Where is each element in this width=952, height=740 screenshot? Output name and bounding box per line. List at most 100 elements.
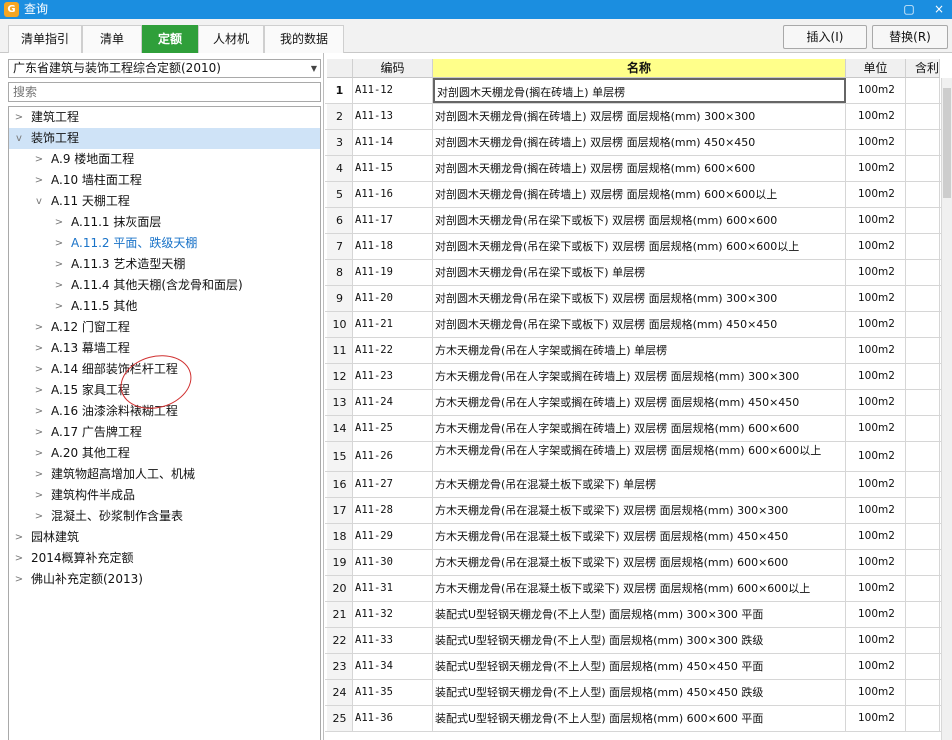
row-code: A11-16 (353, 182, 433, 207)
chevron-right-icon[interactable]: > (53, 212, 65, 233)
table-row[interactable]: 16 A11-27 方木天棚龙骨(吊在混凝土板下或梁下) 单层楞 100m2 (325, 472, 952, 498)
tree-node[interactable]: v 装饰工程 (9, 128, 320, 149)
table-row[interactable]: 19 A11-30 方木天棚龙骨(吊在混凝土板下或梁下) 双层楞 面层规格(mm) … (325, 550, 952, 576)
tree-node[interactable]: > A.11.1 抹灰面层 (9, 212, 320, 233)
row-index: 8 (327, 260, 353, 285)
tab-bill-guide[interactable]: 清单指引 (8, 25, 82, 53)
tree-node[interactable]: > 园林建筑 (9, 527, 320, 548)
table-row[interactable]: 24 A11-35 装配式U型轻钢天棚龙骨(不上人型) 面层规格(mm) 450×4… (325, 680, 952, 706)
chevron-right-icon[interactable]: > (33, 506, 45, 527)
row-index: 21 (327, 602, 353, 627)
table-row[interactable]: 8 A11-19 对剖圆木天棚龙骨(吊在梁下或板下) 单层楞 100m2 (325, 260, 952, 286)
chevron-right-icon[interactable]: > (13, 527, 25, 548)
tree-node[interactable]: > 建筑工程 (9, 107, 320, 128)
row-index: 23 (327, 654, 353, 679)
tree-node[interactable]: > A.20 其他工程 (9, 443, 320, 464)
row-index: 3 (327, 130, 353, 155)
chevron-right-icon[interactable]: > (33, 401, 45, 422)
search-input[interactable] (8, 82, 321, 102)
chevron-right-icon[interactable]: > (33, 464, 45, 485)
tree-node[interactable]: > A.11.2 平面、跌级天棚 (9, 233, 320, 254)
row-index: 16 (327, 472, 353, 497)
row-extra (906, 550, 940, 575)
table-row[interactable]: 13 A11-24 方木天棚龙骨(吊在人字架或搁在砖墙上) 双层楞 面层规格(mm)… (325, 390, 952, 416)
table-row[interactable]: 5 A11-16 对剖圆木天棚龙骨(搁在砖墙上) 双层楞 面层规格(mm) 600×… (325, 182, 952, 208)
table-row[interactable]: 18 A11-29 方木天棚龙骨(吊在混凝土板下或梁下) 双层楞 面层规格(mm) … (325, 524, 952, 550)
header-unit[interactable]: 单位 (846, 59, 906, 78)
table-row[interactable]: 3 A11-14 对剖圆木天棚龙骨(搁在砖墙上) 双层楞 面层规格(mm) 450×… (325, 130, 952, 156)
tree-node[interactable]: > 佛山补充定额(2013) (9, 569, 320, 590)
header-extra[interactable]: 含利 (906, 59, 940, 78)
tree-node[interactable]: > A.11.5 其他 (9, 296, 320, 317)
header-code[interactable]: 编码 (353, 59, 433, 78)
tree-node[interactable]: > A.12 门窗工程 (9, 317, 320, 338)
chevron-right-icon[interactable]: > (13, 107, 25, 128)
table-row[interactable]: 11 A11-22 方木天棚龙骨(吊在人字架或搁在砖墙上) 单层楞 100m2 (325, 338, 952, 364)
tree-node[interactable]: > 建筑物超高增加人工、机械 (9, 464, 320, 485)
scrollbar-thumb[interactable] (943, 88, 951, 198)
chevron-right-icon[interactable]: > (33, 170, 45, 191)
chevron-right-icon[interactable]: > (33, 380, 45, 401)
table-row[interactable]: 23 A11-34 装配式U型轻钢天棚龙骨(不上人型) 面层规格(mm) 450×4… (325, 654, 952, 680)
tree-node[interactable]: > A.10 墙柱面工程 (9, 170, 320, 191)
tree-node[interactable]: > A.11.4 其他天棚(含龙骨和面层) (9, 275, 320, 296)
table-row[interactable]: 6 A11-17 对剖圆木天棚龙骨(吊在梁下或板下) 双层楞 面层规格(mm) 60… (325, 208, 952, 234)
vertical-scrollbar[interactable] (941, 78, 952, 740)
chevron-right-icon[interactable]: > (13, 569, 25, 590)
table-row[interactable]: 25 A11-36 装配式U型轻钢天棚龙骨(不上人型) 面层规格(mm) 600×6… (325, 706, 952, 732)
table-row[interactable]: 7 A11-18 对剖圆木天棚龙骨(吊在梁下或板下) 双层楞 面层规格(mm) 60… (325, 234, 952, 260)
close-icon[interactable]: × (928, 0, 950, 19)
tree-node[interactable]: > A.11.3 艺术造型天棚 (9, 254, 320, 275)
table-row[interactable]: 1 A11-12 对剖圆木天棚龙骨(搁在砖墙上) 单层楞 100m2 (325, 78, 952, 104)
table-row[interactable]: 12 A11-23 方木天棚龙骨(吊在人字架或搁在砖墙上) 双层楞 面层规格(mm)… (325, 364, 952, 390)
chevron-right-icon[interactable]: > (53, 254, 65, 275)
chevron-right-icon[interactable]: > (53, 296, 65, 317)
table-row[interactable]: 22 A11-33 装配式U型轻钢天棚龙骨(不上人型) 面层规格(mm) 300×3… (325, 628, 952, 654)
table-row[interactable]: 2 A11-13 对剖圆木天棚龙骨(搁在砖墙上) 双层楞 面层规格(mm) 300×… (325, 104, 952, 130)
table-row[interactable]: 17 A11-28 方木天棚龙骨(吊在混凝土板下或梁下) 双层楞 面层规格(mm) … (325, 498, 952, 524)
table-row[interactable]: 21 A11-32 装配式U型轻钢天棚龙骨(不上人型) 面层规格(mm) 300×3… (325, 602, 952, 628)
chevron-right-icon[interactable]: > (33, 317, 45, 338)
chevron-right-icon[interactable]: > (33, 485, 45, 506)
tree-node[interactable]: > A.9 楼地面工程 (9, 149, 320, 170)
tree-node-label: A.13 幕墙工程 (51, 341, 130, 355)
chevron-right-icon[interactable]: > (53, 275, 65, 296)
chevron-down-icon[interactable]: v (13, 128, 25, 149)
tab-my-data[interactable]: 我的数据 (264, 25, 344, 53)
row-unit: 100m2 (846, 130, 906, 155)
tree-node[interactable]: >2014概算补充定额 (9, 548, 320, 569)
chevron-right-icon[interactable]: > (33, 422, 45, 443)
tree-node[interactable]: > A.17 广告牌工程 (9, 422, 320, 443)
chevron-right-icon[interactable]: > (33, 359, 45, 380)
chevron-right-icon[interactable]: > (33, 149, 45, 170)
table-row[interactable]: 15 A11-26 方木天棚龙骨(吊在人字架或搁在砖墙上) 双层楞 面层规格(mm)… (325, 442, 952, 472)
header-name[interactable]: 名称 (433, 59, 846, 78)
table-row[interactable]: 10 A11-21 对剖圆木天棚龙骨(吊在梁下或板下) 双层楞 面层规格(mm) 4… (325, 312, 952, 338)
table-row[interactable]: 14 A11-25 方木天棚龙骨(吊在人字架或搁在砖墙上) 双层楞 面层规格(mm)… (325, 416, 952, 442)
header-index (327, 59, 353, 78)
chevron-right-icon[interactable]: > (33, 338, 45, 359)
table-row[interactable]: 9 A11-20 对剖圆木天棚龙骨(吊在梁下或板下) 双层楞 面层规格(mm) 30… (325, 286, 952, 312)
tree-node[interactable]: > 建筑构件半成品 (9, 485, 320, 506)
tree-node[interactable]: v A.11 天棚工程 (9, 191, 320, 212)
tab-quota[interactable]: 定额 (142, 25, 198, 53)
row-unit: 100m2 (846, 208, 906, 233)
chevron-right-icon[interactable]: > (53, 233, 65, 254)
tree-node[interactable]: > 混凝土、砂浆制作含量表 (9, 506, 320, 527)
row-extra (906, 416, 940, 441)
left-panel: 广东省建筑与装饰工程综合定额(2010) ▼ > 建筑工程 v 装饰工程 > A.9 楼地… (0, 53, 324, 740)
chevron-down-icon[interactable]: v (33, 191, 45, 212)
chevron-right-icon[interactable]: > (13, 548, 25, 569)
tab-labor-material-machine[interactable]: 人材机 (198, 25, 264, 53)
tree-node-label: A.11 天棚工程 (51, 194, 130, 208)
quota-library-select[interactable]: 广东省建筑与装饰工程综合定额(2010) ▼ (8, 59, 321, 78)
row-name: 方木天棚龙骨(吊在混凝土板下或梁下) 双层楞 面层规格(mm) 600×600以… (433, 576, 846, 601)
row-index: 5 (327, 182, 353, 207)
chevron-right-icon[interactable]: > (33, 443, 45, 464)
maximize-icon[interactable]: ▢ (898, 0, 920, 19)
tab-bill[interactable]: 清单 (82, 25, 142, 53)
replace-button[interactable]: 替换(R) (872, 25, 948, 49)
insert-button[interactable]: 插入(I) (783, 25, 867, 49)
table-row[interactable]: 20 A11-31 方木天棚龙骨(吊在混凝土板下或梁下) 双层楞 面层规格(mm) … (325, 576, 952, 602)
table-row[interactable]: 4 A11-15 对剖圆木天棚龙骨(搁在砖墙上) 双层楞 面层规格(mm) 600×… (325, 156, 952, 182)
